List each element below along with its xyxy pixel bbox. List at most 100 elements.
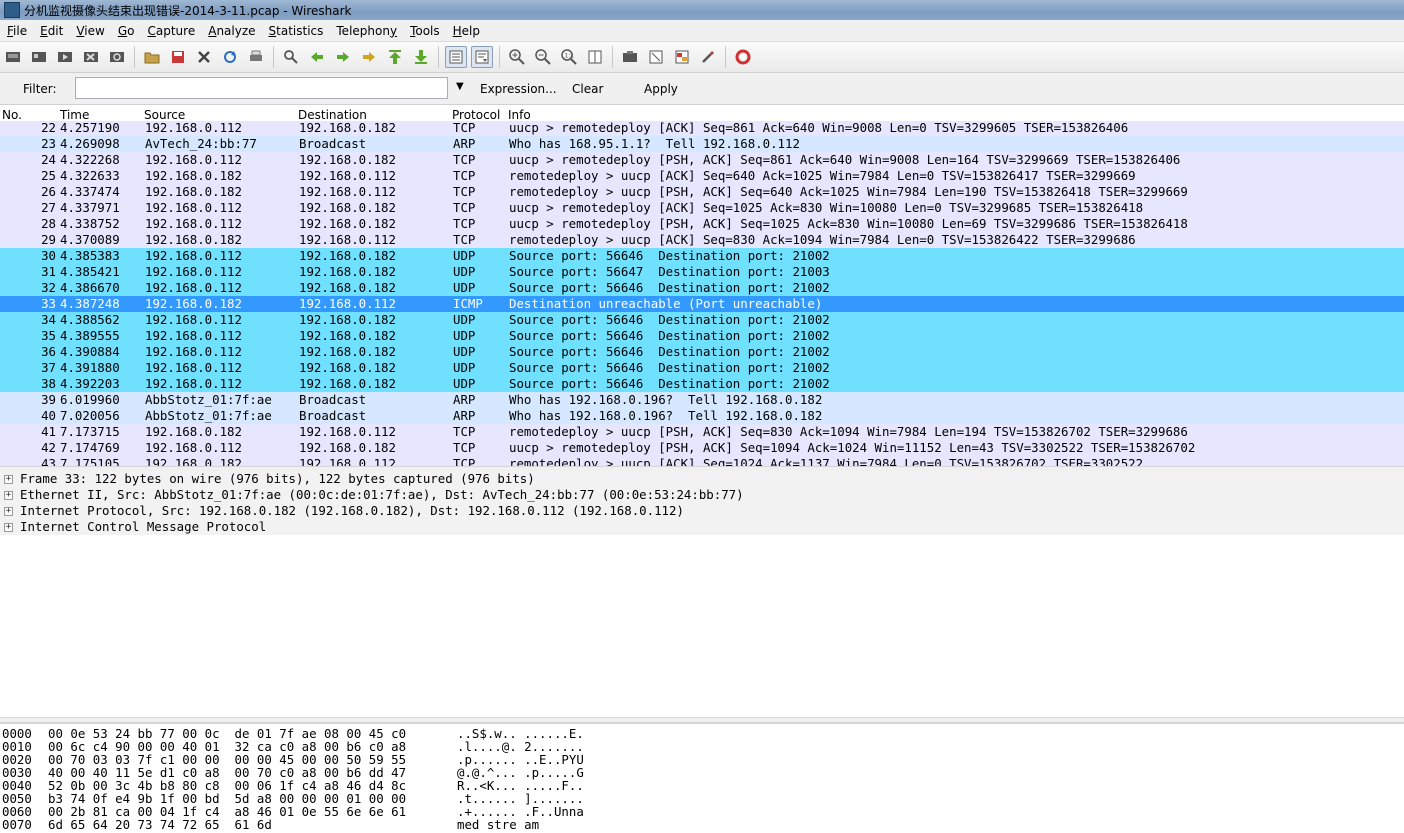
packet-row[interactable]: 24 4.322268 192.168.0.112 192.168.0.182 TCP u… [0,152,1404,168]
go-forward-icon[interactable] [332,46,354,68]
column-header-source[interactable]: Source [144,108,185,122]
packet-row[interactable]: 37 4.391880 192.168.0.112 192.168.0.182 UDP S… [0,360,1404,376]
save-file-icon[interactable] [167,46,189,68]
packet-time-cell: 4.322268 [60,152,120,167]
expand-icon[interactable]: + [4,475,13,484]
detail-tree-item[interactable]: + Internet Protocol, Src: 192.168.0.182 (… [0,503,1404,520]
normal-size-icon[interactable]: 1:1 [558,46,580,68]
packet-time-cell: 4.387248 [60,296,120,311]
detail-tree-label: Ethernet II, Src: AbbStotz_01:7f:ae (00:… [20,487,744,502]
packet-row[interactable]: 38 4.392203 192.168.0.112 192.168.0.182 UDP S… [0,376,1404,392]
detail-tree-item[interactable]: + Frame 33: 122 bytes on wire (976 bits),… [0,471,1404,488]
zoom-out-icon[interactable] [532,46,554,68]
expand-icon[interactable]: + [4,523,13,532]
packet-dst-cell: 192.168.0.112 [299,424,396,439]
packet-src-cell: 192.168.0.112 [145,200,242,215]
menu-item[interactable]: Edit [33,24,69,38]
detail-tree-item[interactable]: + Internet Control Message Protocol [0,519,1404,536]
packet-row[interactable]: 39 6.019960 AbbStotz_01:7f:ae Broadcast ARP W… [0,392,1404,408]
packet-row[interactable]: 31 4.385421 192.168.0.112 192.168.0.182 UDP S… [0,264,1404,280]
menu-item[interactable]: Help [446,24,486,38]
restart-capture-icon[interactable] [106,46,128,68]
stop-capture-icon[interactable] [80,46,102,68]
packet-dst-cell: 192.168.0.112 [299,168,396,183]
column-header-no[interactable]: No. [2,108,22,122]
menu-item[interactable]: Telephony [329,24,403,38]
packet-row[interactable]: 35 4.389555 192.168.0.112 192.168.0.182 UDP S… [0,328,1404,344]
expand-icon[interactable]: + [4,491,13,500]
help-icon[interactable] [732,46,754,68]
go-to-packet-icon[interactable] [358,46,380,68]
packet-no-cell: 41 [41,424,56,439]
packet-row[interactable]: 26 4.337474 192.168.0.182 192.168.0.112 TCP r… [0,184,1404,200]
packet-no-cell: 29 [41,232,56,247]
packet-row[interactable]: 42 7.174769 192.168.0.112 192.168.0.182 TCP u… [0,440,1404,456]
go-last-packet-icon[interactable] [410,46,432,68]
auto-scroll-icon[interactable] [471,46,493,68]
column-header-protocol[interactable]: Protocol [452,108,500,122]
hex-dump-row[interactable]: 0070 6d 65 64 20 73 74 72 65 61 6d med str… [0,818,1404,831]
column-header-time[interactable]: Time [60,108,89,122]
menu-item[interactable]: Tools [403,24,446,38]
packet-row[interactable]: 40 7.020056 AbbStotz_01:7f:ae Broadcast ARP W… [0,408,1404,424]
packet-row[interactable]: 25 4.322633 192.168.0.182 192.168.0.112 TCP r… [0,168,1404,184]
resize-columns-icon[interactable] [584,46,606,68]
go-first-packet-icon[interactable] [384,46,406,68]
capture-filters-icon[interactable] [619,46,641,68]
preferences-icon[interactable] [697,46,719,68]
menu-item[interactable]: Statistics [262,24,330,38]
packet-info-cell: uucp > remotedeploy [PSH, ACK] Seq=1025 … [509,216,1188,231]
packet-row[interactable]: 36 4.390884 192.168.0.112 192.168.0.182 UDP S… [0,344,1404,360]
packet-details-tree[interactable]: + Frame 33: 122 bytes on wire (976 bits),… [0,471,1404,537]
menu-item[interactable]: Capture [140,24,201,38]
menu-item[interactable]: Go [111,24,141,38]
packet-dst-cell: 192.168.0.182 [299,312,396,327]
packet-row[interactable]: 27 4.337971 192.168.0.112 192.168.0.182 TCP u… [0,200,1404,216]
packet-row[interactable]: 22 4.257190 192.168.0.112 192.168.0.182 TCP u… [0,121,1404,136]
hex-dump-off: 0070 [2,817,32,832]
packet-row[interactable]: 28 4.338752 192.168.0.112 192.168.0.182 TCP u… [0,216,1404,232]
filter-dropdown-icon[interactable]: ▼ [456,81,464,92]
packet-row[interactable]: 41 7.173715 192.168.0.182 192.168.0.112 TCP r… [0,424,1404,440]
packet-row[interactable]: 23 4.269098 AvTech_24:bb:77 Broadcast ARP Who… [0,136,1404,152]
packet-row[interactable]: 43 7.175105 192.168.0.182 192.168.0.112 TCP r… [0,456,1404,466]
packet-src-cell: 192.168.0.112 [145,152,242,167]
capture-options-icon[interactable] [28,46,50,68]
packet-bytes-pane[interactable]: 0000 00 0e 53 24 bb 77 00 0c de 01 7f ae … [0,723,1404,833]
detail-tree-item[interactable]: + Ethernet II, Src: AbbStotz_01:7f:ae (00… [0,487,1404,504]
apply-button[interactable]: Apply [644,82,678,96]
packet-time-cell: 4.391880 [60,360,120,375]
clear-button[interactable]: Clear [572,82,603,96]
coloring-rules-icon[interactable] [671,46,693,68]
packet-dst-cell: 192.168.0.182 [299,376,396,391]
expression-button[interactable]: Expression... [480,82,557,96]
start-capture-icon[interactable] [54,46,76,68]
print-icon[interactable] [245,46,267,68]
packet-list[interactable]: 22 4.257190 192.168.0.112 192.168.0.182 TCP u… [0,121,1404,466]
column-header-destination[interactable]: Destination [298,108,367,122]
reload-icon[interactable] [219,46,241,68]
packet-src-cell: 192.168.0.182 [145,232,242,247]
column-header-info[interactable]: Info [508,108,531,122]
filter-input[interactable] [75,77,448,99]
packet-dst-cell: 192.168.0.182 [299,328,396,343]
expand-icon[interactable]: + [4,507,13,516]
packet-row[interactable]: 34 4.388562 192.168.0.112 192.168.0.182 UDP S… [0,312,1404,328]
menu-item[interactable]: File [0,24,33,38]
close-file-icon[interactable] [193,46,215,68]
interfaces-icon[interactable] [2,46,24,68]
find-packet-icon[interactable] [280,46,302,68]
go-back-icon[interactable] [306,46,328,68]
packet-proto-cell: TCP [453,168,476,183]
menu-item[interactable]: View [69,24,110,38]
colorize-packet-list-icon[interactable] [445,46,467,68]
packet-row[interactable]: 29 4.370089 192.168.0.182 192.168.0.112 TCP r… [0,232,1404,248]
zoom-in-icon[interactable] [506,46,528,68]
packet-row[interactable]: 32 4.386670 192.168.0.112 192.168.0.182 UDP S… [0,280,1404,296]
open-file-icon[interactable] [141,46,163,68]
packet-src-cell: 192.168.0.112 [145,328,242,343]
menu-item[interactable]: Analyze [201,24,261,38]
packet-row[interactable]: 30 4.385383 192.168.0.112 192.168.0.182 UDP S… [0,248,1404,264]
selected-packet-row[interactable]: 33 4.387248 192.168.0.182 192.168.0.112 ICMP… [0,296,1404,312]
display-filters-icon[interactable] [645,46,667,68]
